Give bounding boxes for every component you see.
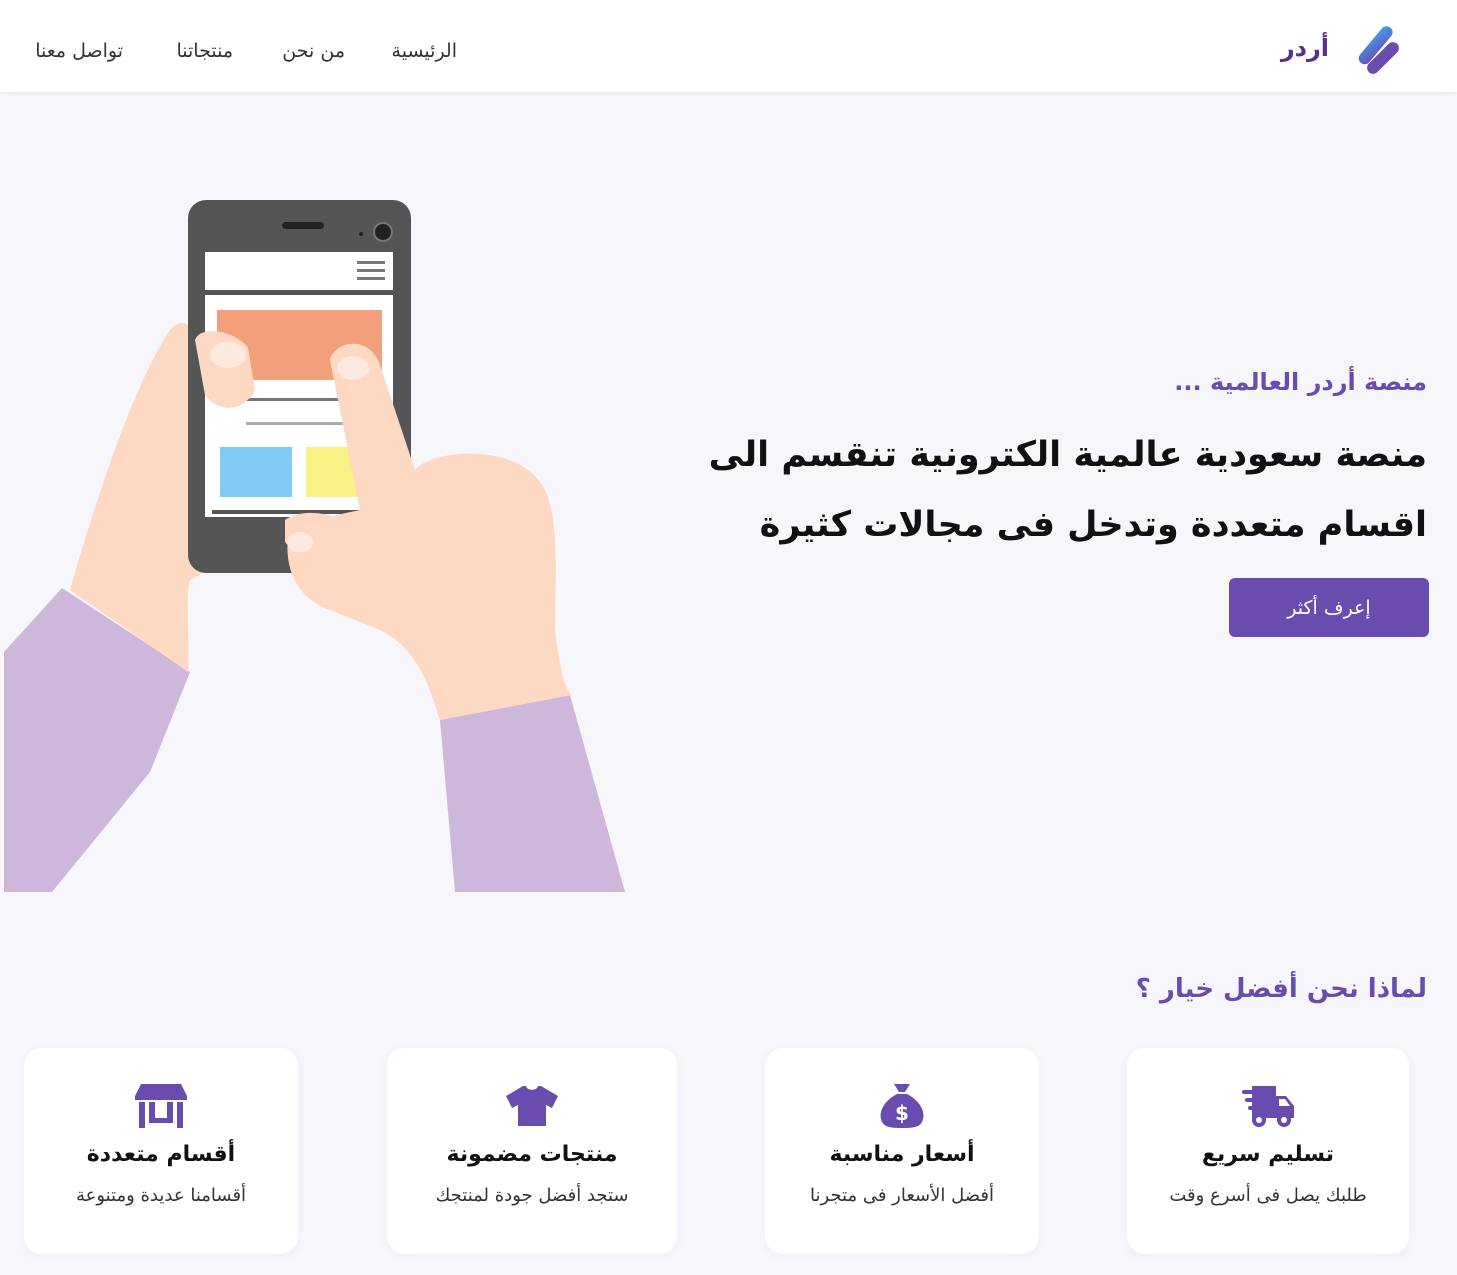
svg-text:$: $	[895, 1101, 909, 1125]
tshirt-icon	[506, 1086, 558, 1126]
nav-home[interactable]: الرئيسية	[392, 40, 457, 62]
feature-description: ستجد أفضل جودة لمنتجك	[435, 1185, 629, 1206]
site-header: أردر الرئيسية من نحن منتجاتنا تواصل معنا	[0, 0, 1457, 92]
feature-title: تسليم سريع	[1201, 1142, 1335, 1167]
feature-description: طلبك يصل فى أسرع وقت	[1169, 1185, 1367, 1206]
logo-icon[interactable]	[1355, 24, 1401, 76]
why-section-title: لماذا نحن أفضل خيار ؟	[1135, 974, 1427, 1004]
feature-description: أفضل الأسعار فى متجرنا	[810, 1185, 994, 1206]
feature-card-categories: أقسام متعددة أقسامنا عديدة ومتنوعة	[24, 1048, 298, 1254]
hero-title: منصة سعودية عالمية الكترونية تنقسم الى ا…	[708, 435, 1427, 545]
store-icon	[135, 1084, 187, 1128]
nav-products[interactable]: منتجاتنا	[176, 40, 233, 62]
feature-title: منتجات مضمونة	[446, 1142, 618, 1167]
learn-more-button[interactable]: إعرف أكثر	[1229, 578, 1429, 637]
truck-icon	[1242, 1086, 1294, 1127]
nav-about[interactable]: من نحن	[282, 40, 345, 62]
money-bag-icon: $	[880, 1084, 924, 1128]
feature-card-delivery: تسليم سريع طلبك يصل فى أسرع وقت	[1127, 1048, 1409, 1254]
feature-description: أقسامنا عديدة ومتنوعة	[75, 1185, 247, 1206]
hero-subtitle: منصة أردر العالمية ...	[1174, 368, 1427, 396]
hero-illustration	[4, 200, 625, 892]
feature-card-products: منتجات مضمونة ستجد أفضل جودة لمنتجك	[387, 1048, 677, 1254]
brand-name[interactable]: أردر	[1281, 34, 1329, 62]
feature-card-prices: $ أسعار مناسبة أفضل الأسعار فى متجرنا	[765, 1048, 1039, 1254]
nav-contact[interactable]: تواصل معنا	[35, 40, 123, 62]
feature-title: أسعار مناسبة	[829, 1142, 975, 1167]
feature-title: أقسام متعددة	[86, 1142, 236, 1167]
